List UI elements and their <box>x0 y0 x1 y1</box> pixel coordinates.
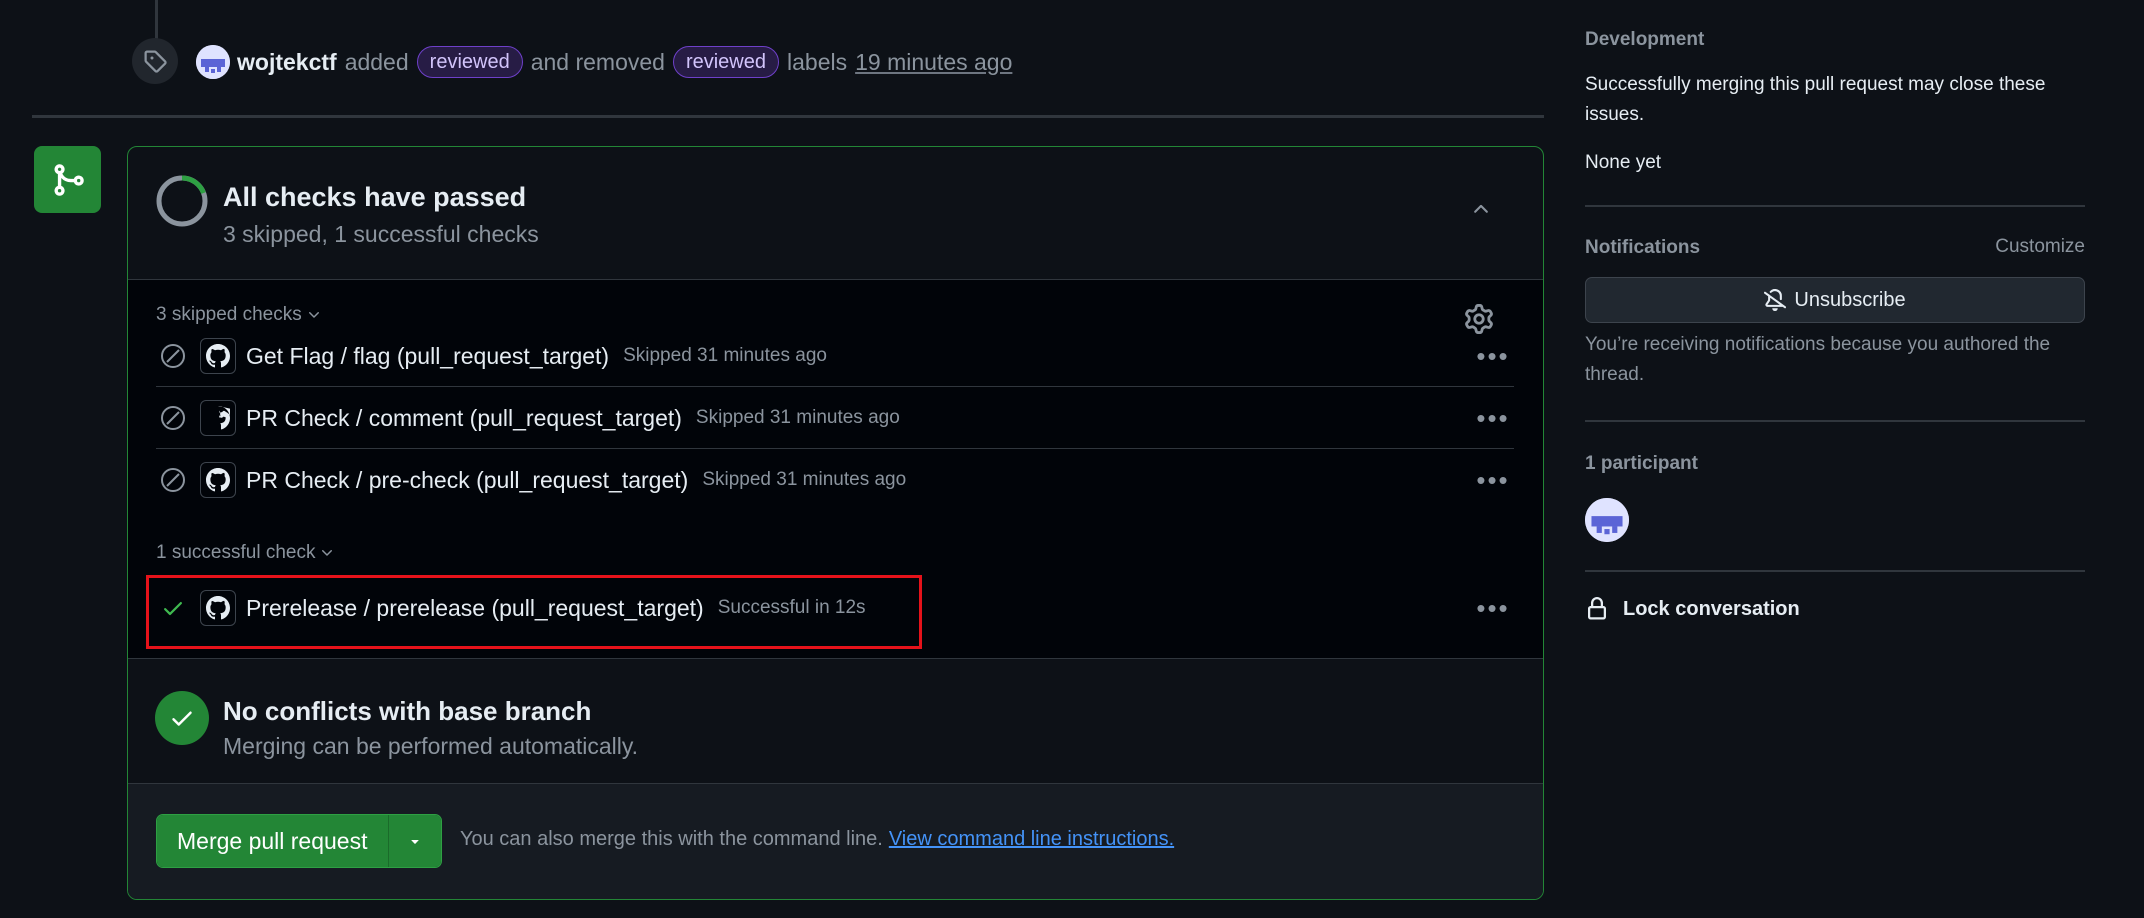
check-row[interactable]: Get Flag / flag (pull_request_target) Sk… <box>156 326 1514 387</box>
github-app-icon <box>200 338 236 374</box>
participants-heading: 1 participant <box>1585 453 1698 474</box>
check-row[interactable]: PR Check / comment (pull_request_target)… <box>156 388 1514 449</box>
conflicts-subtitle: Merging can be performed automatically. <box>223 733 639 759</box>
merge-hint: You can also merge this with the command… <box>460 828 1174 851</box>
participant-avatar[interactable] <box>1585 498 1629 542</box>
merge-footer: Merge pull request You can also merge th… <box>128 784 1543 899</box>
tag-icon <box>132 38 178 84</box>
check-icon <box>158 593 188 623</box>
check-name[interactable]: Prerelease / prerelease (pull_request_ta… <box>246 595 704 622</box>
notifications-reason: You’re receiving notifications because y… <box>1585 334 2051 385</box>
actor-link[interactable]: wojtekctf <box>237 49 337 76</box>
merge-pull-request-button[interactable]: Merge pull request <box>157 815 389 867</box>
github-app-icon <box>200 400 236 436</box>
skip-icon <box>158 341 188 371</box>
check-circle-icon <box>155 691 209 745</box>
sidebar-divider <box>1585 420 2085 422</box>
check-name[interactable]: PR Check / pre-check (pull_request_targe… <box>246 467 688 494</box>
lock-conversation-label: Lock conversation <box>1623 597 1800 620</box>
successful-checks-label: 1 successful check <box>156 542 316 563</box>
merge-options-dropdown[interactable] <box>388 815 441 867</box>
bell-slash-icon <box>1764 289 1787 311</box>
notifications-heading: Notifications <box>1585 237 1701 258</box>
skip-icon <box>158 465 188 495</box>
timeline-divider <box>32 115 1544 118</box>
skip-icon <box>158 403 188 433</box>
check-status: Successful in 12s <box>717 597 866 618</box>
triangle-down-icon <box>410 840 419 844</box>
sidebar-divider <box>1585 205 2085 207</box>
check-menu-kebab-icon[interactable]: ••• <box>1472 591 1514 625</box>
check-row[interactable]: PR Check / pre-check (pull_request_targe… <box>156 450 1514 510</box>
collapse-checks-button[interactable] <box>1464 192 1498 226</box>
merge-box: All checks have passed 3 skipped, 1 succ… <box>127 146 1544 900</box>
check-row[interactable]: Prerelease / prerelease (pull_request_ta… <box>156 578 1514 638</box>
development-heading[interactable]: Development <box>1585 29 1704 51</box>
development-none: None yet <box>1585 152 1662 173</box>
chevron-down-icon <box>308 312 319 318</box>
skipped-checks-label: 3 skipped checks <box>156 304 302 325</box>
git-merge-icon <box>34 146 101 213</box>
github-app-icon <box>200 590 236 626</box>
skipped-checks-toggle[interactable]: 3 skipped checks <box>156 304 322 326</box>
avatar[interactable] <box>196 45 230 79</box>
merge-hint-text: You can also merge this with the command… <box>460 828 883 850</box>
successful-checks-toggle[interactable]: 1 successful check <box>156 542 335 564</box>
github-app-icon <box>200 462 236 498</box>
check-menu-kebab-icon[interactable]: ••• <box>1472 401 1514 435</box>
lock-conversation-button[interactable]: Lock conversation <box>1585 597 1800 621</box>
chevron-down-icon <box>322 550 333 556</box>
lock-icon <box>1588 597 1606 620</box>
checks-progress-ring-icon <box>156 175 208 227</box>
label-event: wojtekctf added reviewed and removed rev… <box>196 44 1012 80</box>
checks-subtitle: 3 skipped, 1 successful checks <box>223 221 539 247</box>
check-name[interactable]: Get Flag / flag (pull_request_target) <box>246 343 609 370</box>
command-line-instructions-link[interactable]: View command line instructions. <box>889 828 1174 850</box>
check-name[interactable]: PR Check / comment (pull_request_target) <box>246 405 682 432</box>
checks-title: All checks have passed <box>223 182 527 212</box>
timeline-line <box>155 0 158 40</box>
development-text: Successfully merging this pull request m… <box>1585 74 2046 125</box>
event-timestamp[interactable]: 19 minutes ago <box>855 49 1012 76</box>
merge-button-group: Merge pull request <box>156 814 442 868</box>
sidebar-divider <box>1585 570 2085 572</box>
event-text-labels: labels <box>787 48 848 75</box>
check-menu-kebab-icon[interactable]: ••• <box>1472 339 1514 373</box>
event-text-removed: and removed <box>530 48 665 75</box>
label-badge-removed[interactable]: reviewed <box>672 46 779 78</box>
unsubscribe-button[interactable]: Unsubscribe <box>1585 277 2085 323</box>
check-menu-kebab-icon[interactable]: ••• <box>1472 463 1514 497</box>
customize-link[interactable]: Customize <box>1995 232 2085 262</box>
check-status: Skipped 31 minutes ago <box>702 469 907 490</box>
unsubscribe-label: Unsubscribe <box>1794 288 1906 311</box>
conflicts-title: No conflicts with base branch <box>223 696 592 726</box>
conflicts-section: No conflicts with base branch Merging ca… <box>128 659 1543 784</box>
check-status: Skipped 31 minutes ago <box>623 345 827 366</box>
checks-header: All checks have passed 3 skipped, 1 succ… <box>128 147 1543 280</box>
check-status: Skipped 31 minutes ago <box>695 407 900 428</box>
label-badge-added[interactable]: reviewed <box>416 46 523 78</box>
checks-list: 3 skipped checks Get Flag / flag (pull_r… <box>128 280 1543 659</box>
event-text-added: added <box>344 48 409 75</box>
chevron-up-icon <box>1474 204 1488 213</box>
